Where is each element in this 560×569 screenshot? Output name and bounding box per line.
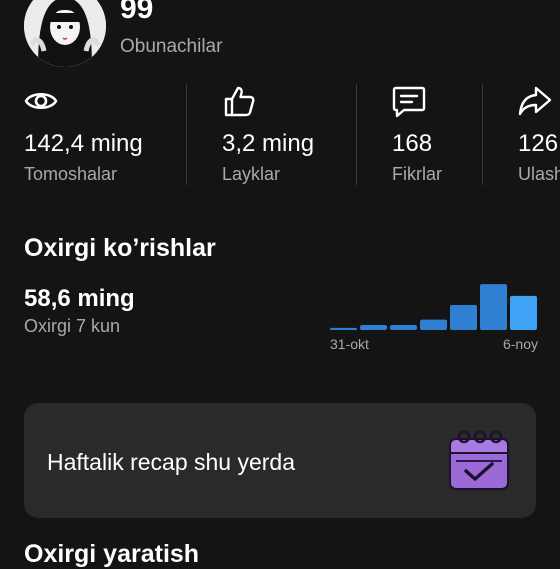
stat-divider <box>482 84 483 185</box>
chart-bar-3-noy <box>420 319 447 330</box>
chart-tick-end: 6-noy <box>503 336 538 352</box>
recent-views-period: Oxirgi 7 kun <box>24 316 121 336</box>
stat-shares-label: Ulashish <box>518 164 560 184</box>
weekly-recap-card[interactable]: Haftalik recap shu yerda <box>24 403 536 518</box>
recent-views-value: 58,6 ming <box>24 285 135 312</box>
chart-bar-6-noy <box>510 295 537 330</box>
stat-likes-value: 3,2 ming <box>222 130 315 157</box>
stat-views-label: Tomoshalar <box>24 164 118 184</box>
eye-icon <box>24 92 58 110</box>
subscribers-count: 99 <box>120 0 154 25</box>
chart-bar-1-noy <box>360 325 387 330</box>
latest-creation-title: Oxirgi yaratish <box>24 540 200 568</box>
stat-comments-value: 168 <box>392 130 433 157</box>
avatar[interactable] <box>24 0 106 67</box>
share-icon <box>518 86 552 116</box>
stat-views-value: 142,4 ming <box>24 130 143 157</box>
stat-shares-value: 126 <box>518 130 559 157</box>
stat-divider <box>186 84 187 185</box>
recent-views-title: Oxirgi ko’rishlar <box>24 234 216 262</box>
chart-bar-4-noy <box>450 305 477 330</box>
avatar-illustration <box>24 0 106 67</box>
chart-bar-5-noy <box>480 284 507 330</box>
stat-likes-label: Layklar <box>222 164 281 184</box>
chart-tick-start: 31-okt <box>330 336 369 352</box>
chart-bar-2-noy <box>390 325 417 330</box>
chart-bar-31-okt <box>330 327 357 330</box>
stat-comments-label: Fikrlar <box>392 164 442 184</box>
comment-icon <box>392 86 426 118</box>
stat-divider <box>356 84 357 185</box>
views-bar-chart[interactable]: 31-okt 6-noy <box>330 276 540 356</box>
calendar-check-icon <box>449 430 509 490</box>
weekly-recap-text: Haftalik recap shu yerda <box>47 449 296 475</box>
thumbs-up-icon <box>224 86 255 117</box>
subscribers-label: Obunachilar <box>120 36 223 57</box>
